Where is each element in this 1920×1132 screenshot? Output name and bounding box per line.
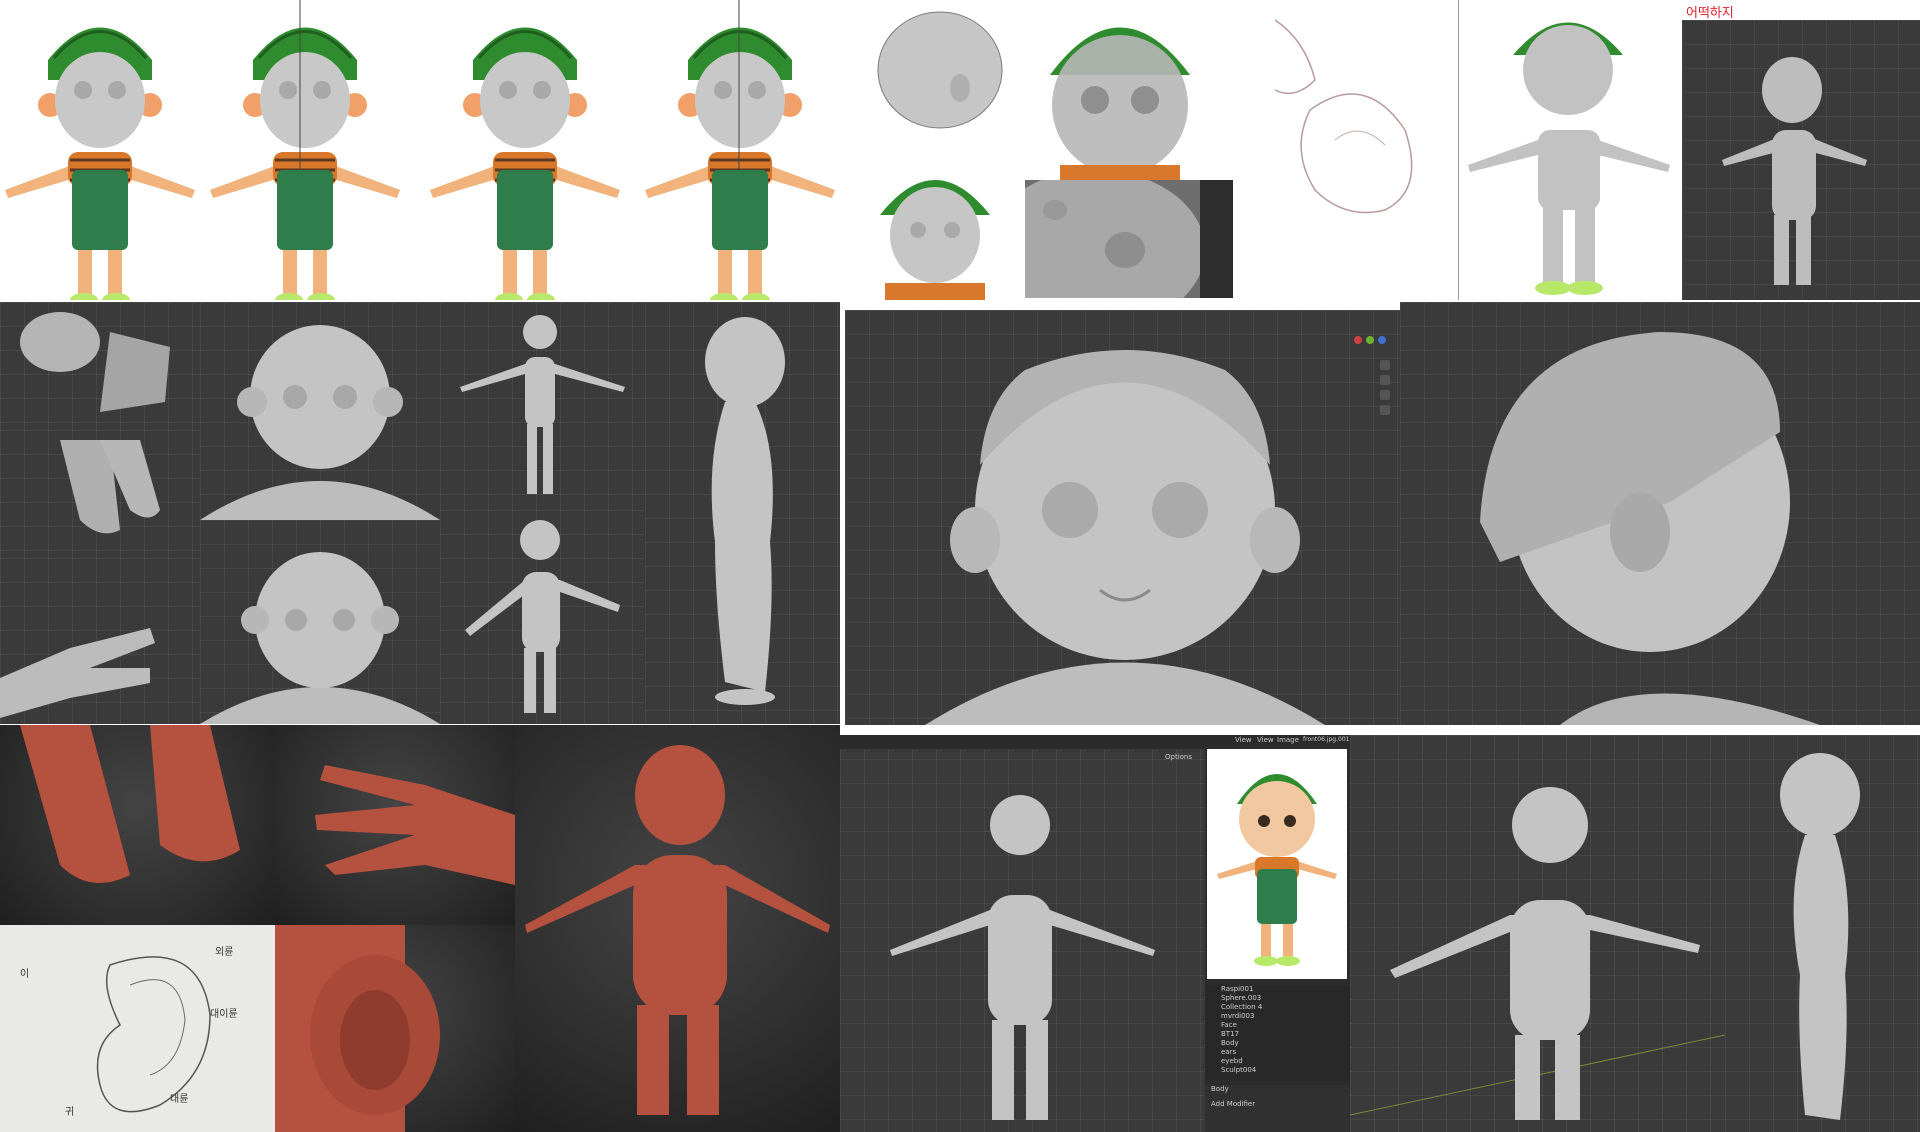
outliner-item[interactable]: ears: [1205, 1048, 1350, 1057]
feet-sculpt: [0, 302, 200, 430]
menu-view-2[interactable]: View: [1257, 736, 1274, 744]
menu-image[interactable]: Image: [1277, 736, 1299, 744]
final-3q: [1350, 735, 1725, 1132]
clay-hand: [275, 725, 515, 925]
hair-front: [845, 310, 1400, 725]
nose-sketch: [1235, 0, 1455, 300]
image-name[interactable]: front06.jpg.001: [1303, 736, 1349, 743]
camera-icon[interactable]: [1380, 390, 1390, 400]
face-bust-gray: [200, 302, 440, 520]
outliner-item[interactable]: eyebd: [1205, 1057, 1350, 1066]
ear-label-2: 대이륜: [210, 1009, 238, 1020]
outliner-item[interactable]: Raspi001: [1205, 985, 1350, 994]
reference-image: [1207, 749, 1347, 979]
nose-sculpt-closeup: [1025, 180, 1233, 298]
outliner-item[interactable]: Sphere.003: [1205, 994, 1350, 1003]
hand-sculpt: [0, 558, 200, 724]
clay-ear: [275, 925, 515, 1132]
head-sculpt-side: [860, 0, 1020, 150]
top-right-note: 어떡하지: [1686, 6, 1734, 21]
outliner-item[interactable]: mvrdi003: [1205, 1012, 1350, 1021]
head-sculpt-front-small: [870, 155, 1000, 300]
concept-front-1: [3, 26, 197, 300]
outliner-item[interactable]: Face: [1205, 1021, 1350, 1030]
image-editor-header: View View Image front06.jpg.001: [1205, 735, 1350, 747]
tpose-3q: [440, 510, 645, 724]
add-modifier-button[interactable]: Add Modifier: [1205, 1100, 1350, 1109]
blender-final: Options: [840, 735, 1205, 1132]
concept-front-2: [208, 26, 402, 300]
feet-sculpt-2: [0, 430, 200, 558]
ear-sketch: 외륜 대이륜 대륜 이 귀: [0, 925, 275, 1132]
outliner: Raspi001 Sphere.003 Collection 4 mvrdi00…: [1205, 985, 1350, 1080]
concept-art-strip: [0, 0, 860, 300]
outliner-item[interactable]: Body: [1205, 1039, 1350, 1048]
side-body: [645, 302, 840, 724]
concept-front-4: [643, 26, 837, 300]
properties-object-name: Body: [1211, 1085, 1229, 1093]
blender-side-editors: View View Image front06.jpg.001 Raspi001…: [1205, 735, 1350, 1132]
body-overlay: [1458, 0, 1680, 300]
zoom-icon[interactable]: [1380, 360, 1390, 370]
outliner-item[interactable]: Collection 4: [1205, 1003, 1350, 1012]
concept-art-illustrations: [3, 0, 837, 300]
body-3d-red-note: [1682, 20, 1920, 300]
concept-front-3: [428, 26, 622, 300]
face-bust-gray-2: [200, 520, 440, 724]
clay-body: [515, 725, 840, 1132]
ear-label-4: 이: [20, 969, 30, 980]
face-overlay: [1030, 0, 1210, 180]
navigation-gizmo[interactable]: [1350, 325, 1390, 355]
outliner-item[interactable]: Sculpt004: [1205, 1066, 1350, 1075]
clay-feet: [0, 725, 275, 925]
properties-panel: Body Add Modifier: [1205, 1085, 1350, 1132]
ear-label-5: 귀: [65, 1107, 75, 1118]
hair-side: [1400, 302, 1920, 725]
menu-view-1[interactable]: View: [1235, 736, 1252, 744]
grid-icon[interactable]: [1380, 405, 1390, 415]
pan-icon[interactable]: [1380, 375, 1390, 385]
tpose-small: [440, 302, 645, 510]
outliner-item[interactable]: BT17: [1205, 1030, 1350, 1039]
ear-label-3: 대륜: [170, 1094, 189, 1105]
final-side: [1725, 735, 1920, 1132]
ear-label-1: 외륜: [215, 947, 234, 958]
